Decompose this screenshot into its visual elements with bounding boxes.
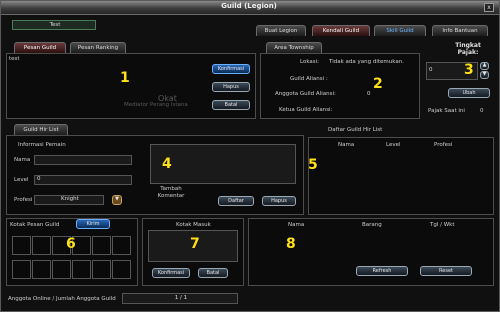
mail-slot[interactable]	[112, 236, 131, 255]
marker-6: 6	[66, 236, 76, 252]
marker-5: 5	[308, 157, 318, 173]
player-level-label: Level	[14, 177, 29, 183]
player-info-title: Informasi Pemain	[18, 142, 66, 148]
inbox-batal-button[interactable]: Batal	[198, 268, 228, 278]
arrow-up-icon: ▲	[482, 62, 487, 68]
township-alliance-label: Guild Aliansi :	[290, 76, 328, 82]
tab-skill-guild[interactable]: Skill Guild	[374, 25, 426, 36]
township-alliance-members-label: Anggota Guild Aliansi:	[275, 91, 336, 97]
mail-slot[interactable]	[12, 260, 31, 279]
player-class-label: Profesi	[14, 197, 33, 203]
hir-table-col-level: Level	[386, 142, 401, 148]
mail-slot[interactable]	[32, 236, 51, 255]
tax-title: Tingkat Pajak:	[455, 42, 481, 56]
mailbox-title: Kotak Pesan Guild	[10, 222, 60, 228]
tax-current-value: 0	[480, 108, 484, 114]
arrow-down-icon: ▼	[482, 71, 487, 77]
chevron-down-icon: ▼	[115, 196, 119, 202]
inbox-konfirmasi-button[interactable]: Konfirmasi	[152, 268, 190, 278]
tab-buat-legion[interactable]: Buat Legion	[256, 25, 306, 36]
player-name-label: Nama	[14, 157, 31, 163]
township-alliance-leader-label: Ketua Guild Aliansi:	[279, 107, 333, 113]
class-dropdown-button[interactable]: ▼	[112, 195, 122, 205]
marker-2: 2	[373, 76, 383, 92]
player-name-field[interactable]	[34, 155, 132, 165]
guild-name-field: Test	[12, 20, 96, 30]
konfirmasi-button[interactable]: Konfirmasi	[212, 64, 250, 74]
marker-8: 8	[286, 236, 296, 252]
ubah-button[interactable]: Ubah	[448, 88, 490, 98]
hir-table-title: Daftar Guild Hir List	[328, 127, 383, 133]
tab-kendali-guild[interactable]: Kendali Guild	[312, 25, 370, 36]
tab-pesan-ranking[interactable]: Pesan Ranking	[70, 42, 126, 53]
add-comment-label: Tambah Komentar	[157, 186, 185, 199]
refresh-button[interactable]: Refresh	[356, 266, 408, 276]
guild-notice-text[interactable]: test	[9, 56, 20, 62]
marker-3: 3	[464, 62, 474, 78]
tab-area-township[interactable]: Area Township	[266, 42, 322, 53]
mail-slot[interactable]	[12, 236, 31, 255]
messages-col-date: Tgl / Wkt	[430, 222, 455, 228]
mail-slot[interactable]	[32, 260, 51, 279]
members-online-label: Anggota Online / Jumlah Anggota Guild	[8, 296, 116, 302]
messages-col-name: Nama	[288, 222, 305, 228]
township-location-value: Tidak ada yang ditemukan.	[329, 59, 404, 65]
hir-table[interactable]	[308, 137, 494, 215]
hir-table-col-name: Nama	[338, 142, 355, 148]
tab-pesan-guild[interactable]: Pesan Guild	[14, 42, 66, 53]
tab-guild-hir-list[interactable]: Guild Hir List	[14, 124, 68, 135]
mail-slot[interactable]	[92, 260, 111, 279]
messages-col-item: Barang	[362, 222, 382, 228]
marker-1: 1	[120, 70, 130, 86]
batal-button[interactable]: Batal	[212, 100, 250, 110]
township-alliance-members-value: 0	[367, 91, 371, 97]
hir-table-col-class: Profesi	[434, 142, 453, 148]
kirim-button[interactable]: Kirim	[76, 219, 110, 229]
mail-slot[interactable]	[72, 260, 91, 279]
mail-slot[interactable]	[112, 260, 131, 279]
window-title: Guild (Legion)	[221, 2, 277, 10]
hir-hapus-button[interactable]: Hapus	[262, 196, 296, 206]
mail-slot[interactable]	[52, 260, 71, 279]
tab-info-bantuan[interactable]: Info Bantuan	[432, 25, 488, 36]
tax-up-button[interactable]: ▲	[480, 62, 489, 70]
township-location-label: Lokasi:	[300, 59, 320, 65]
ghost-text-2: Mediator Perang Istana	[124, 102, 188, 108]
player-level-field[interactable]: 0	[34, 175, 132, 185]
player-class-select[interactable]: Knight	[34, 195, 104, 205]
marker-7: 7	[190, 236, 200, 252]
daftar-button[interactable]: Daftar	[218, 196, 254, 206]
tax-down-button[interactable]: ▼	[480, 71, 489, 79]
mail-slot[interactable]	[92, 236, 111, 255]
inbox-title: Kotak Masuk	[176, 222, 211, 228]
marker-4: 4	[162, 156, 172, 172]
tax-current-label: Pajak Saat ini	[428, 108, 465, 114]
hapus-button[interactable]: Hapus	[212, 82, 250, 92]
reset-button[interactable]: Reset	[420, 266, 472, 276]
members-online-value: 1 / 1	[122, 293, 238, 304]
close-button[interactable]: x	[484, 3, 494, 12]
